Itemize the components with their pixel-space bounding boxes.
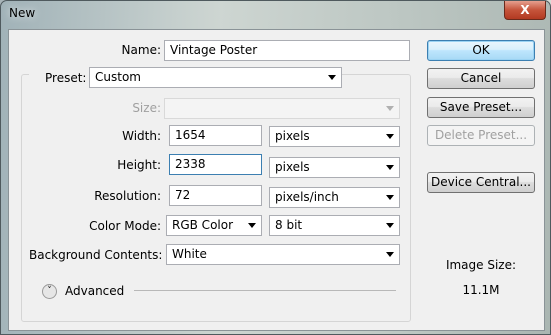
resolution-input[interactable]: 72 [169,185,262,206]
resolution-unit-value: pixels/inch [275,190,339,204]
delete-preset-button: Delete Preset... [427,125,535,146]
ok-button[interactable]: OK [427,40,535,61]
bit-depth-value: 8 bit [275,218,303,232]
preset-select[interactable]: Custom [89,67,342,88]
chevron-down-icon [386,252,394,257]
height-label: Height: [117,158,161,172]
close-button[interactable]: X [504,1,546,20]
name-input[interactable]: Vintage Poster [164,40,410,61]
chevron-down-icon [386,134,394,139]
close-icon: X [520,3,530,17]
window-title: New [9,6,36,20]
chevron-down-icon [386,195,394,200]
background-contents-value: White [172,247,207,261]
color-mode-value: RGB Color [172,218,234,232]
title-bar[interactable]: New X [1,1,550,29]
new-document-dialog: New X Name: Vintage Poster Preset: Custo… [0,0,551,335]
name-label: Name: [121,43,161,57]
preset-value: Custom [95,70,141,84]
double-chevron-down-icon[interactable]: ˅ [42,284,57,299]
chevron-down-icon [386,106,394,111]
width-input[interactable]: 1654 [169,125,262,146]
chevron-down-icon [386,165,394,170]
color-mode-label: Color Mode: [89,219,161,233]
height-unit-value: pixels [275,160,310,174]
bit-depth-select[interactable]: 8 bit [269,215,400,236]
chevron-down-icon [248,223,256,228]
image-size-label: Image Size: [445,258,517,272]
cancel-button[interactable]: Cancel [427,68,535,89]
chevron-down-icon [328,75,336,80]
advanced-divider [134,290,396,291]
chevron-down-icon [386,223,394,228]
height-input[interactable]: 2338 [169,154,262,175]
save-preset-button[interactable]: Save Preset... [427,97,535,118]
advanced-toggle[interactable]: Advanced [65,284,124,298]
width-unit-value: pixels [275,129,310,143]
resolution-label: Resolution: [94,189,161,203]
width-label: Width: [122,129,161,143]
preset-label: Preset: [29,71,91,85]
size-label: Size: [132,101,161,115]
background-contents-select[interactable]: White [166,244,400,265]
image-size-value: 11.1M [462,283,500,297]
size-select [164,98,400,119]
width-unit-select[interactable]: pixels [269,126,400,147]
height-unit-select[interactable]: pixels [269,157,400,178]
dialog-body: Name: Vintage Poster Preset: Custom Size… [8,29,545,331]
device-central-button[interactable]: Device Central... [427,172,535,193]
color-mode-select[interactable]: RGB Color [166,215,262,236]
background-contents-label: Background Contents: [29,248,163,262]
resolution-unit-select[interactable]: pixels/inch [269,187,400,208]
